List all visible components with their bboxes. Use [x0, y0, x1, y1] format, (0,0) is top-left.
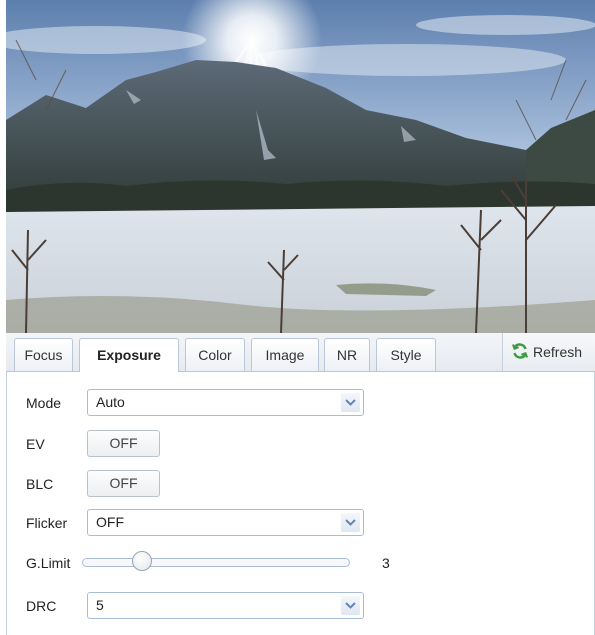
ev-toggle-button[interactable]: OFF: [87, 430, 160, 457]
mode-select-value: Auto: [96, 394, 125, 410]
drc-select[interactable]: 5: [87, 592, 364, 619]
chevron-down-icon[interactable]: [341, 596, 360, 615]
drc-select-value: 5: [96, 597, 104, 613]
camera-preview: [6, 0, 595, 333]
chevron-down-icon[interactable]: [341, 513, 360, 532]
tab-image[interactable]: Image: [251, 338, 319, 371]
drc-label: DRC: [26, 598, 57, 614]
camera-settings-window: Focus Exposure Color Image NR Style Refr…: [0, 0, 595, 635]
g-limit-slider-handle[interactable]: [131, 551, 152, 571]
refresh-icon: [512, 343, 528, 359]
g-limit-value: 3: [382, 555, 390, 571]
tab-color[interactable]: Color: [185, 338, 245, 371]
chevron-down-icon[interactable]: [341, 393, 360, 412]
flicker-label: Flicker: [26, 515, 68, 531]
g-limit-label: G.Limit: [26, 555, 71, 571]
mode-select[interactable]: Auto: [87, 389, 364, 416]
mode-label: Mode: [26, 395, 62, 411]
tab-nr[interactable]: NR: [324, 338, 370, 371]
flicker-select-value: OFF: [96, 514, 124, 530]
refresh-button[interactable]: Refresh: [502, 333, 595, 371]
tab-focus[interactable]: Focus: [14, 338, 73, 371]
tab-style[interactable]: Style: [376, 338, 436, 371]
refresh-label: Refresh: [533, 344, 583, 360]
g-limit-slider-track[interactable]: [82, 558, 350, 567]
settings-tab-bar: Focus Exposure Color Image NR Style Refr…: [6, 333, 595, 372]
preview-scene: [6, 0, 595, 333]
tab-exposure[interactable]: Exposure: [79, 338, 179, 372]
ev-label: EV: [26, 436, 45, 452]
flicker-select[interactable]: OFF: [87, 509, 364, 536]
blc-toggle-button[interactable]: OFF: [87, 470, 160, 497]
blc-label: BLC: [26, 476, 54, 492]
